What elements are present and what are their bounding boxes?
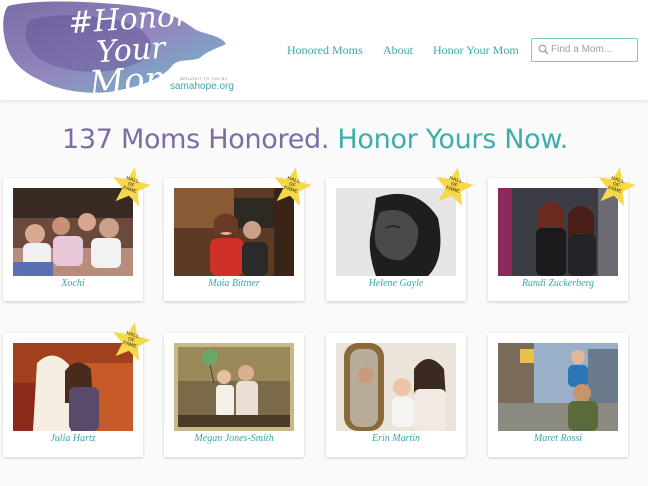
mom-name[interactable]: Megan Jones-Smith [164,433,304,444]
nav-honored-moms[interactable]: Honored Moms [287,43,363,58]
honor-now-text[interactable]: Honor Yours Now. [337,124,568,155]
mom-name[interactable]: Erin Martin [326,433,466,444]
mom-card[interactable]: Erin Martin [326,333,466,457]
mom-name[interactable]: Randi Zuckerberg [488,278,628,289]
page-headline: 137 Moms Honored. Honor Yours Now. [0,124,630,155]
mom-card[interactable]: Megan Jones-Smith [164,333,304,457]
hall-of-fame-badge: HALL OF FAME [111,166,151,207]
mom-photo[interactable] [174,343,294,431]
photo-maret-rossi [498,343,618,431]
mom-photo[interactable] [498,343,618,431]
mom-name[interactable]: Maret Rossi [488,433,628,444]
nav-honor-your-mom[interactable]: Honor Your Mom [433,43,519,58]
mom-name[interactable]: Xochi [3,278,143,289]
site-header: #Honor Your Mom BROUGHT TO YOU BY samaho… [0,0,648,104]
mom-name[interactable]: Helene Gayle [326,278,466,289]
mom-name[interactable]: Julia Hartz [3,433,143,444]
search-box[interactable] [531,38,638,62]
mom-card[interactable]: Maret Rossi [488,333,628,457]
hall-of-fame-badge: HALL OF FAME [596,166,636,207]
logo-org: samahope.org [170,81,234,92]
mom-name[interactable]: Maia Bittner [164,278,304,289]
photo-erin-martin [336,343,456,431]
hall-of-fame-badge: HALL OF FAME [434,166,474,207]
nav-about[interactable]: About [383,43,413,58]
logo-text-line2: Mom [88,57,179,104]
search-icon [538,44,549,55]
hall-of-fame-badge: HALL OF FAME [272,166,312,207]
moms-count-text: 137 Moms Honored. [62,124,330,155]
mom-photo[interactable] [336,343,456,431]
hall-of-fame-badge: HALL OF FAME [111,321,151,362]
photo-megan-jones-smith [174,343,294,431]
site-logo[interactable]: #Honor Your Mom BROUGHT TO YOU BY samaho… [0,0,236,104]
search-input[interactable] [551,41,633,57]
